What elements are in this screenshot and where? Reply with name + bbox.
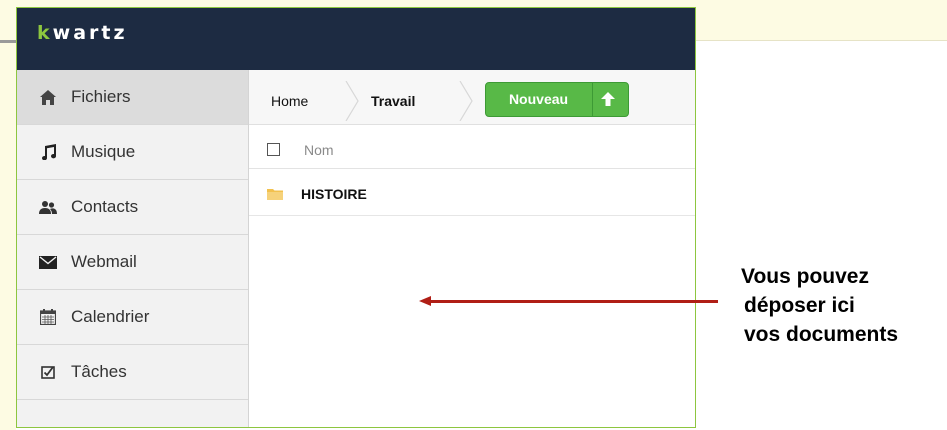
breadcrumb-home[interactable]: Home xyxy=(271,85,308,117)
app-window: kwartz Fichiers Musique Contacts Webmail xyxy=(16,7,696,428)
toolbar: Home Travail Nouveau xyxy=(249,70,695,125)
sidebar-item-musique[interactable]: Musique xyxy=(17,125,248,180)
sidebar-item-webmail[interactable]: Webmail xyxy=(17,235,248,290)
contacts-icon xyxy=(39,198,57,216)
breadcrumb-current[interactable]: Travail xyxy=(371,85,415,117)
calendar-icon xyxy=(39,308,57,326)
sidebar-item-label: Tâches xyxy=(71,362,127,381)
column-header-name[interactable]: Nom xyxy=(304,142,334,158)
sidebar-item-label: Webmail xyxy=(71,252,137,271)
app-logo[interactable]: kwartz xyxy=(37,22,128,44)
annotation-line-2: déposer ici xyxy=(744,294,855,317)
breadcrumb-separator-icon xyxy=(345,81,359,121)
sidebar-item-label: Musique xyxy=(71,142,136,161)
sidebar-item-taches[interactable]: Tâches xyxy=(17,345,248,400)
arrow-head-icon xyxy=(419,296,431,306)
folder-icon xyxy=(267,189,283,200)
envelope-icon xyxy=(39,253,57,271)
home-icon xyxy=(39,88,57,106)
sidebar-item-label: Calendrier xyxy=(71,307,150,326)
upload-arrow-icon[interactable] xyxy=(600,91,616,107)
file-name[interactable]: HISTOIRE xyxy=(301,186,367,202)
sidebar-item-fichiers[interactable]: Fichiers xyxy=(17,70,248,125)
sidebar-item-contacts[interactable]: Contacts xyxy=(17,180,248,235)
new-button-label: Nouveau xyxy=(508,91,569,107)
sidebar-item-label: Contacts xyxy=(71,197,139,216)
sidebar: Fichiers Musique Contacts Webmail Calend… xyxy=(17,70,249,427)
annotation-line-1: Vous pouvez xyxy=(741,265,869,288)
select-all-checkbox[interactable] xyxy=(267,143,280,156)
annotation-arrow xyxy=(428,300,718,303)
annotation-text: Vous pouvez déposer ici vos documents xyxy=(741,262,941,349)
main-panel: Home Travail Nouveau Nom HISTOIRE xyxy=(249,70,695,427)
annotation-line-3: vos documents xyxy=(744,323,899,346)
sidebar-item-calendrier[interactable]: Calendrier xyxy=(17,290,248,345)
top-bar: kwartz xyxy=(17,8,695,70)
slide-background-left xyxy=(0,40,16,430)
tasks-icon xyxy=(39,363,57,381)
new-button[interactable]: Nouveau xyxy=(485,82,629,117)
breadcrumb-separator-icon xyxy=(459,81,473,121)
button-divider xyxy=(592,83,593,116)
music-note-icon xyxy=(39,143,57,161)
sidebar-item-label: Fichiers xyxy=(71,87,131,106)
